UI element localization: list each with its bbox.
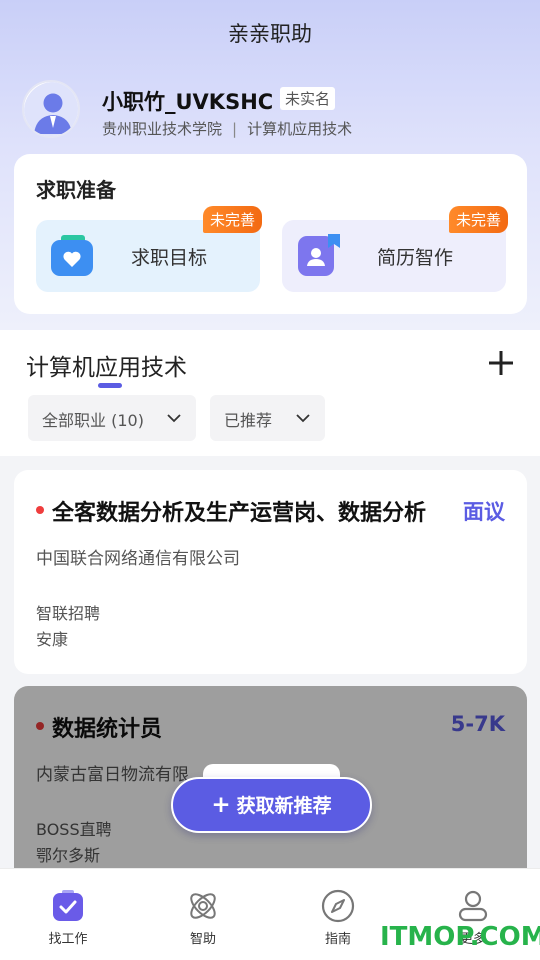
incomplete-badge: 未完善 (448, 206, 508, 233)
smart-resume-button[interactable]: 简历智作 未完善 (282, 206, 508, 292)
incomplete-badge: 未完善 (202, 206, 262, 233)
tab-find-job[interactable]: 找工作 (28, 889, 108, 947)
tab-find-job-label: 找工作 (48, 932, 88, 947)
tab-guide-label: 指南 (324, 932, 351, 947)
chevron-down-icon (296, 414, 310, 423)
site-watermark: ITMOP.COM (380, 922, 540, 952)
tab-guide[interactable]: 指南 (298, 889, 378, 947)
active-tab-indicator (98, 383, 122, 388)
job-card[interactable]: 全客数据分析及生产运营岗、数据分析 面议 中国联合网络通信有限公司 智联招聘 安… (14, 470, 527, 674)
status-dot (36, 506, 44, 514)
job-company: 中国联合网络通信有限公司 (36, 549, 240, 569)
verification-badge[interactable]: 未实名 (280, 87, 336, 110)
add-icon[interactable] (488, 350, 514, 376)
prep-title: 求职准备 (36, 178, 116, 202)
avatar[interactable] (22, 80, 80, 138)
job-prep-card: 求职准备 求职目标 未完善 简历智作 未完善 (14, 154, 527, 314)
resume-person-icon (298, 234, 340, 276)
job-salary: 面议 (463, 500, 505, 524)
all-jobs-filter-label: 全部职业 (10) (42, 411, 144, 430)
major-name: 计算机应用技术 (247, 120, 353, 138)
user-icon (458, 890, 488, 922)
tab-assistant-label: 智助 (189, 932, 216, 947)
job-city: 安康 (36, 630, 69, 649)
recommended-filter[interactable]: 已推荐 (210, 395, 325, 441)
plus-icon: + (211, 792, 231, 818)
app-title: 亲亲职助 (228, 22, 312, 46)
smart-resume-label: 简历智作 (377, 247, 454, 269)
all-jobs-filter[interactable]: 全部职业 (10) (28, 395, 196, 441)
recommended-filter-label: 已推荐 (224, 411, 273, 430)
separator: | (232, 120, 238, 138)
job-goal-label: 求职目标 (131, 247, 208, 269)
atom-icon (190, 893, 216, 919)
user-education: 贵州职业技术学院 | 计算机应用技术 (102, 118, 352, 139)
job-goal-button[interactable]: 求职目标 未完善 (36, 206, 262, 292)
get-recommendations-label: 获取新推荐 (236, 795, 332, 817)
tab-assistant[interactable]: 智助 (163, 889, 243, 947)
heart-bag-icon (51, 235, 93, 276)
avatar-person-icon (24, 82, 78, 136)
major-section: 计算机应用技术 全部职业 (10) 已推荐 (0, 330, 540, 456)
job-source: 智联招聘 (36, 604, 101, 623)
job-title: 全客数据分析及生产运营岗、数据分析 (52, 501, 427, 526)
get-recommendations-button[interactable]: + 获取新推荐 (171, 777, 372, 833)
user-name: 小职竹_UVKSHC (102, 90, 274, 114)
chevron-down-icon (167, 414, 181, 423)
profile-block[interactable]: 小职竹_UVKSHC 未实名 贵州职业技术学院 | 计算机应用技术 (22, 80, 522, 142)
major-title[interactable]: 计算机应用技术 (26, 348, 187, 382)
school-name: 贵州职业技术学院 (102, 120, 223, 138)
briefcase-check-icon (53, 890, 83, 921)
compass-icon (321, 889, 355, 923)
